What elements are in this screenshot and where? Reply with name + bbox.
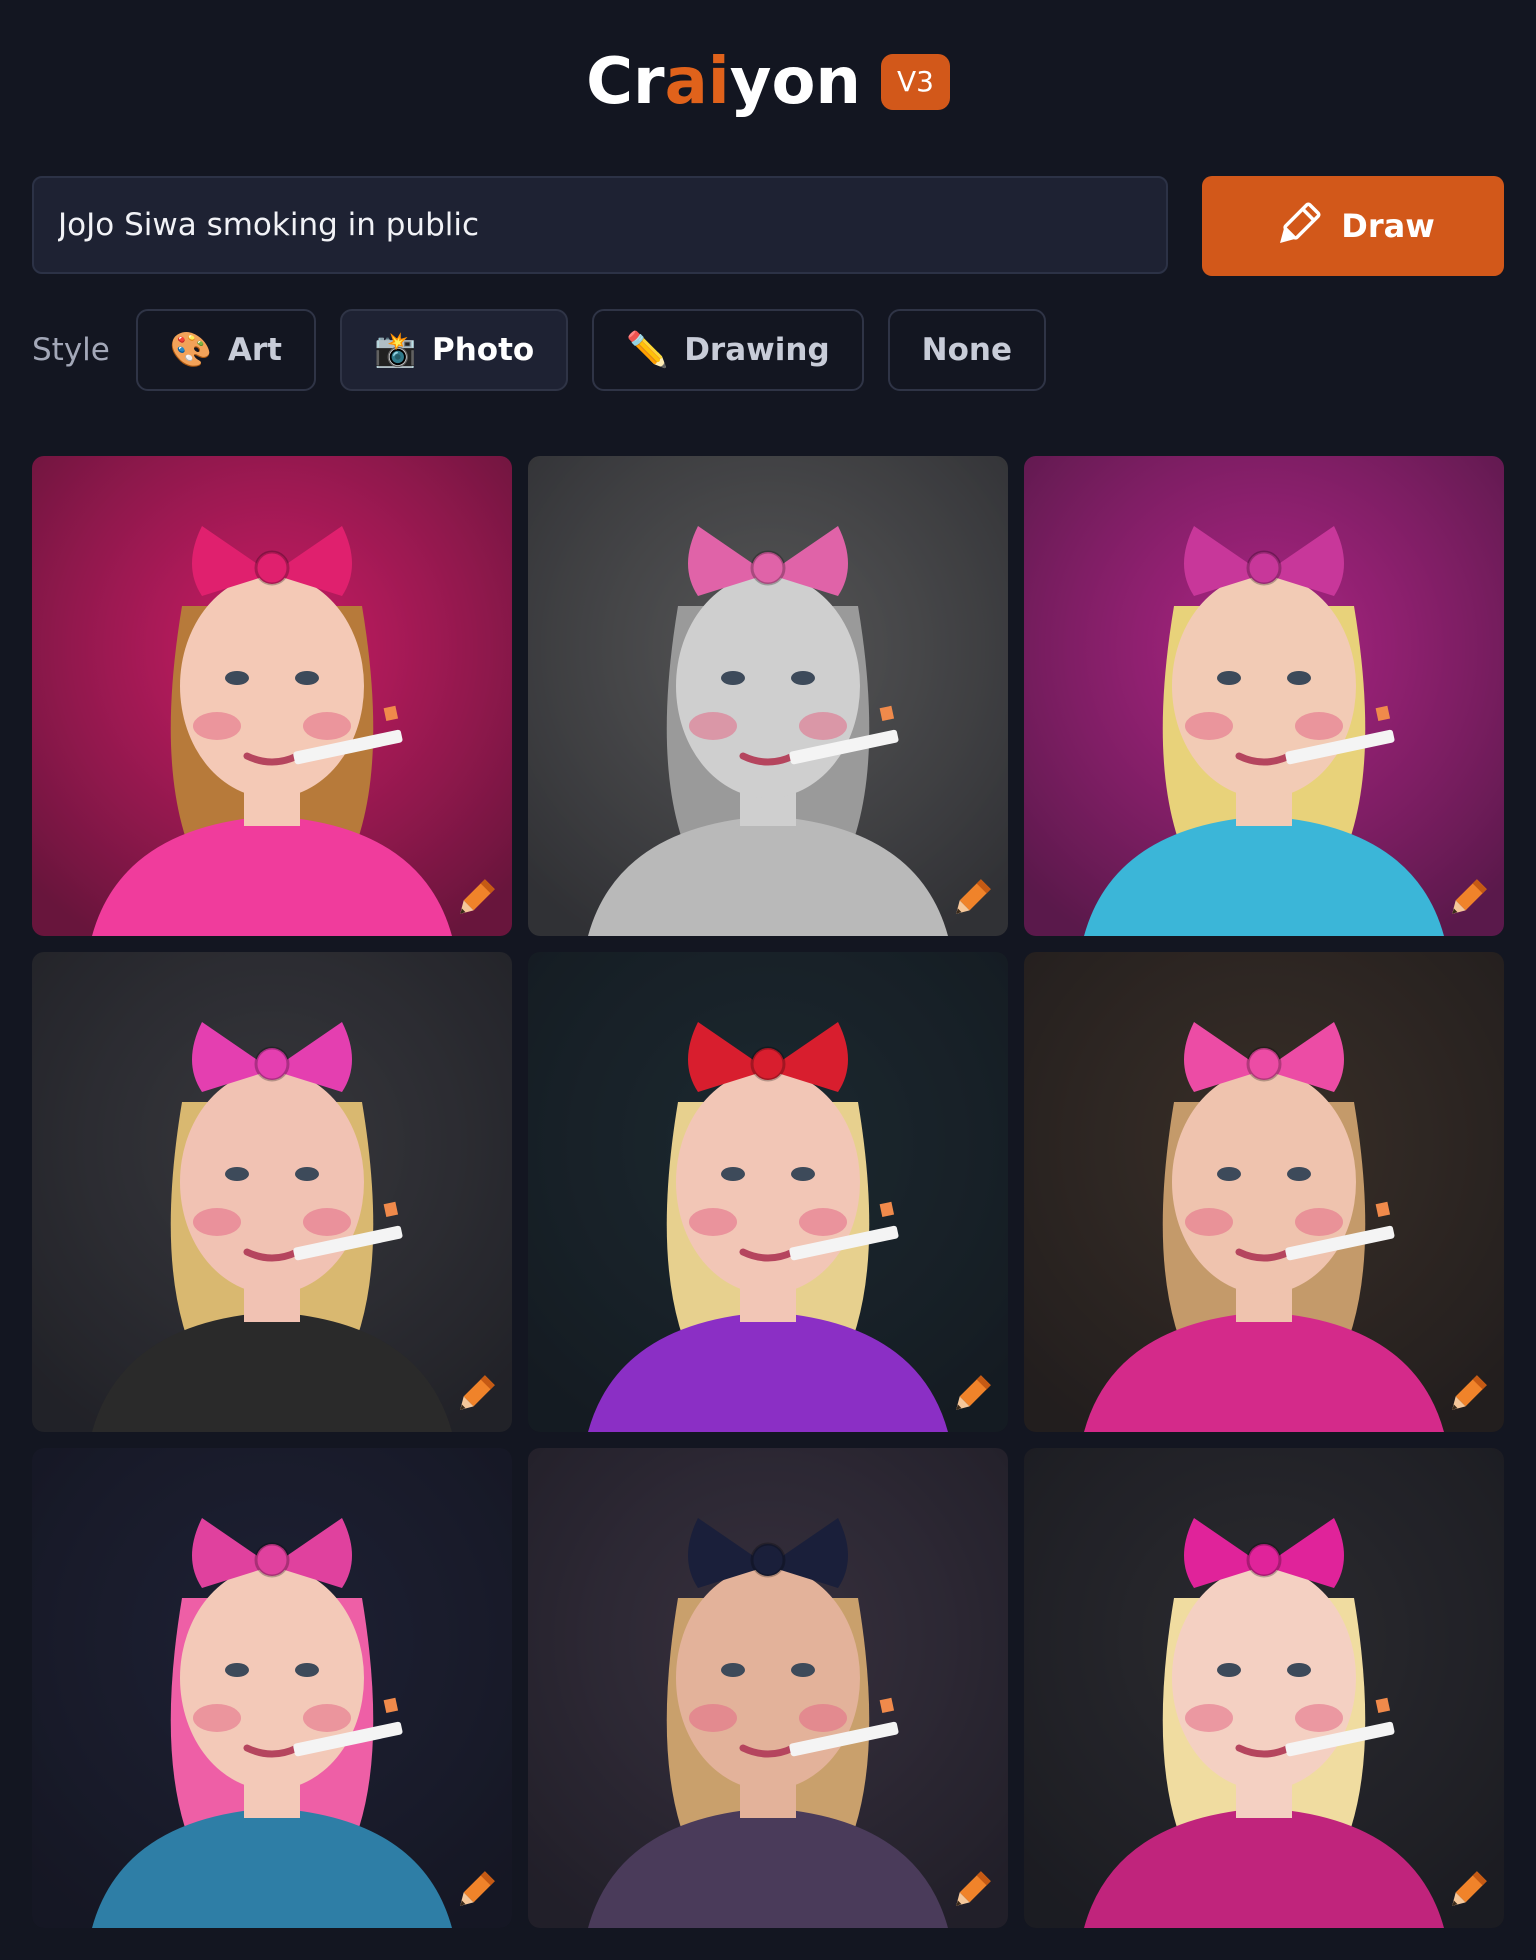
prompt-input[interactable] [32,176,1168,274]
app-logo[interactable]: Craiyon V3 [0,44,1536,120]
generated-image [32,1448,512,1928]
style-option-label: None [921,332,1012,368]
pencil-icon [1280,202,1321,243]
result-image-3[interactable] [1024,456,1504,936]
pencil-icon[interactable] [452,1372,498,1418]
pencil-icon[interactable] [452,1868,498,1914]
pencil-icon: ✏️ [626,330,669,370]
result-image-4[interactable] [32,952,512,1432]
generated-image [1024,456,1504,936]
result-image-6[interactable] [1024,952,1504,1432]
version-badge: V3 [880,54,950,110]
result-image-5[interactable] [528,952,1008,1432]
pencil-icon[interactable] [452,876,498,922]
camera-flash-icon: 📸 [373,330,417,370]
generated-image [32,456,512,936]
result-grid [32,456,1504,1928]
style-option-label: Art [227,332,282,368]
pencil-icon[interactable] [1444,1372,1490,1418]
style-option-photo[interactable]: 📸 Photo [339,309,569,391]
craiyon-page: Craiyon V3 Draw Style 🎨 Art 📸 Photo ✏️ D… [0,0,1536,1960]
style-label: Style [32,332,110,368]
pencil-icon[interactable] [1444,876,1490,922]
draw-button-label: Draw [1341,207,1435,245]
pencil-icon[interactable] [948,1372,994,1418]
result-image-8[interactable] [528,1448,1008,1928]
style-option-none[interactable]: None [887,309,1046,391]
generated-image [528,456,1008,936]
style-option-label: Drawing [684,332,830,368]
style-selector: Style 🎨 Art 📸 Photo ✏️ Drawing None [32,308,1046,392]
style-option-label: Photo [431,332,535,368]
generated-image [528,952,1008,1432]
generated-image [1024,952,1504,1432]
result-image-7[interactable] [32,1448,512,1928]
generated-image [32,952,512,1432]
style-option-art[interactable]: 🎨 Art [135,309,316,391]
result-image-2[interactable] [528,456,1008,936]
pencil-icon[interactable] [1444,1868,1490,1914]
logo-wordmark: Craiyon [586,45,861,119]
generated-image [528,1448,1008,1928]
pencil-icon[interactable] [948,1868,994,1914]
style-option-drawing[interactable]: ✏️ Drawing [592,309,864,391]
result-image-9[interactable] [1024,1448,1504,1928]
palette-icon: 🎨 [169,330,213,370]
pencil-icon[interactable] [948,876,994,922]
draw-button[interactable]: Draw [1202,176,1504,276]
result-image-1[interactable] [32,456,512,936]
generated-image [1024,1448,1504,1928]
